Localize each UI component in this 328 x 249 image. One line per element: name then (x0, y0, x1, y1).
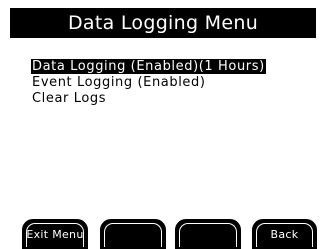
menu-title-bar: Data Logging Menu (10, 8, 316, 38)
softkey-outline (179, 223, 237, 247)
exit-menu-softkey[interactable]: Exit Menu (22, 219, 88, 249)
softkey-label-back: Back (270, 227, 299, 241)
menu-item-event-logging[interactable]: Event Logging (Enabled) (31, 75, 207, 90)
softkey-3[interactable] (175, 219, 241, 249)
menu-item-data-logging[interactable]: Data Logging (Enabled)(1 Hours) (31, 59, 266, 74)
softkey-outline (104, 223, 162, 247)
menu-item-clear-logs[interactable]: Clear Logs (31, 91, 107, 106)
softkey-label-exit-menu: Exit Menu (26, 227, 84, 241)
menu-list: Data Logging (Enabled)(1 Hours) Event Lo… (31, 59, 266, 107)
back-softkey[interactable]: Back (252, 219, 317, 249)
softkey-2[interactable] (100, 219, 166, 249)
menu-title: Data Logging Menu (67, 12, 259, 34)
